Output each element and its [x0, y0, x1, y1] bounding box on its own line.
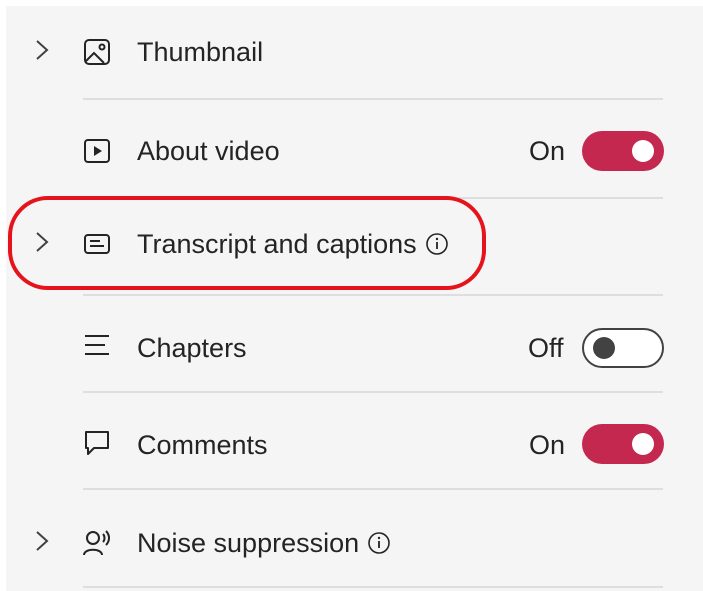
settings-label: About video — [137, 136, 280, 166]
settings-row-thumbnail[interactable]: Thumbnail — [6, 6, 703, 102]
toggle-state-text: On — [529, 136, 566, 166]
settings-row-comments: Comments On — [6, 393, 703, 489]
settings-label: Chapters — [137, 333, 247, 363]
highlight-annotation — [8, 196, 486, 290]
row-divider — [83, 586, 663, 588]
list-lines-icon — [82, 330, 112, 360]
settings-label: Comments — [137, 430, 268, 460]
info-icon[interactable] — [367, 531, 391, 555]
settings-panel: Thumbnail About video On Transcript and … — [6, 6, 703, 591]
about-video-toggle[interactable] — [582, 131, 664, 171]
chapters-toggle[interactable] — [582, 328, 664, 368]
settings-label-with-info: Noise suppression — [137, 526, 391, 560]
settings-label: Noise suppression — [137, 528, 360, 558]
toggle-state-text: On — [529, 430, 566, 460]
comments-toggle[interactable] — [582, 424, 664, 464]
settings-row-chapters: Chapters Off — [6, 296, 703, 392]
settings-row-noise-suppression[interactable]: Noise suppression — [6, 490, 703, 586]
toggle-state-text: Off — [528, 333, 564, 363]
comment-icon — [82, 428, 112, 458]
video-play-icon — [82, 136, 112, 166]
settings-label: Thumbnail — [137, 37, 264, 67]
chevron-right-icon[interactable] — [34, 530, 50, 552]
settings-row-about-video: About video On — [6, 102, 703, 198]
row-divider — [83, 98, 663, 100]
image-icon — [82, 37, 112, 67]
toggle-knob — [632, 140, 654, 162]
chevron-right-icon[interactable] — [34, 39, 50, 61]
toggle-knob — [593, 337, 615, 359]
voice-icon — [82, 528, 112, 558]
toggle-knob — [632, 433, 654, 455]
